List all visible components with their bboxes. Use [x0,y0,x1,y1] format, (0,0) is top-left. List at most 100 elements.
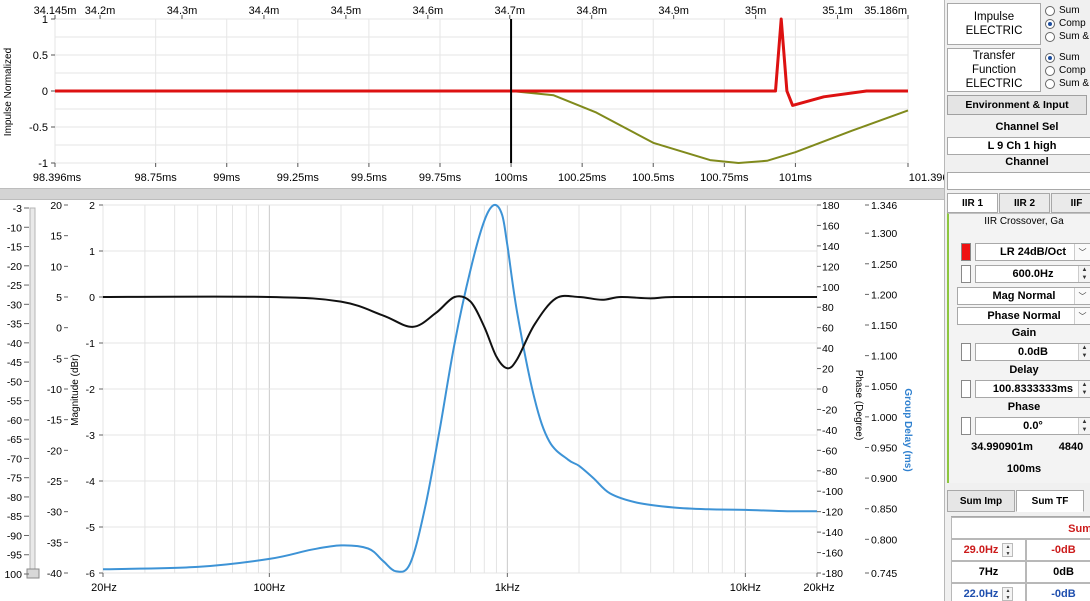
spin-arrows-icon[interactable]: ▲ ▼ [1078,381,1090,397]
freq-tick-label: 1kHz [495,582,520,594]
time-tick-label: 99.5ms [351,172,388,184]
radio-label: Sum & [1059,31,1090,42]
phase-mode-dropdown[interactable]: Phase Normal ﹀ [957,307,1090,325]
frequency-swatch [961,265,971,283]
tab-iir-3[interactable]: IIF [1051,193,1090,213]
slider-tick-label: -35 [7,319,22,331]
spin-arrows-icon[interactable]: ▲ ▼ [1078,266,1090,282]
delay-value: 100.8333333ms [992,383,1074,395]
distance-tick-label: 35.1m [822,5,853,17]
distance-tick-label: 35m [745,5,766,17]
tab-iir-2[interactable]: IIR 2 [999,193,1050,213]
transfer-radio-sum-and[interactable]: Sum & [1045,77,1090,90]
magnitude-tick-label: -10 [47,384,62,396]
tab-sum-imp[interactable]: Sum Imp [947,490,1015,512]
frequency-stepper[interactable]: 600.0Hz ▲ ▼ [975,265,1090,283]
freq-tick-label: 100Hz [253,582,285,594]
sum-gain-cell: -0dB [1026,583,1090,601]
table-row: 22.0Hz ▲ ▼ -0dB [951,583,1090,601]
magnitude-tick-label: -15 [47,415,62,427]
channel-field[interactable] [947,172,1090,190]
filter-color-swatch[interactable] [961,243,971,261]
freq-tick-label: 20Hz [91,582,117,594]
channel-label: Channel [1005,156,1049,168]
gain-value: 0.0dB [1018,346,1048,358]
transfer-radio-comp[interactable]: Comp [1045,64,1090,77]
distance-tick-label: 35.186m [864,5,907,17]
frequency-response-chart[interactable]: -3-10-15-20-25-30-35-40-45-50-55-60-65-7… [0,200,944,601]
y-tick-label: 0.5 [33,50,48,62]
radio-icon [1045,31,1055,42]
iir-panel-title: IIR Crossover, Ga [984,216,1064,227]
phase-stepper[interactable]: 0.0° ▲ ▼ [975,417,1090,435]
group-delay-tick-label: 0.850 [871,504,897,516]
phase-tick-label: -140 [822,527,843,539]
group-delay-tick-label: 0.745 [871,568,897,580]
time-tick-label: 98.75ms [135,172,178,184]
slider-tick-label: -95 [7,550,22,562]
sum-gain-cell: 0dB [1026,561,1090,583]
transfer-radio-group: Sum Comp Sum & [1045,51,1090,90]
gain-stepper[interactable]: 0.0dB ▲ ▼ [975,343,1090,361]
environment-input-button[interactable]: Environment & Input [947,95,1087,115]
magnitude-tick-label: 5 [56,292,62,304]
sum-frequency-cell[interactable]: 22.0Hz ▲ ▼ [951,583,1026,601]
y-tick-label: -1 [38,158,48,170]
phase-tick-label: -100 [822,486,843,498]
y2-tick-label: 2 [89,200,95,212]
transfer-function-mode-box[interactable]: Transfer Function ELECTRIC [947,48,1041,92]
phase-mode-value: Phase Normal [987,310,1061,322]
slider-tick-label: -45 [7,357,22,369]
sum-gain-cell: -0dB [1026,539,1090,561]
distance-tick-label: 34.3m [167,5,198,17]
spin-arrows-icon[interactable]: ▲ ▼ [1078,344,1090,360]
phase-tick-label: -40 [822,425,837,437]
radio-label: Comp [1059,65,1086,76]
group-delay-axis-label: Group Delay (ms) [902,388,913,471]
impulse-radio-comp[interactable]: Comp [1045,17,1090,30]
right-control-panel: Impulse ELECTRIC Sum Comp Sum & Transfer… [944,0,1090,601]
chart-splitter[interactable] [0,188,944,200]
sum-frequency-cell[interactable]: 7Hz [951,561,1026,583]
magnitude-mode-dropdown[interactable]: Mag Normal ﹀ [957,287,1090,305]
spin-arrows-icon[interactable]: ▲ ▼ [1002,587,1014,601]
delay-stepper[interactable]: 100.8333333ms ▲ ▼ [975,380,1090,398]
chevron-down-icon[interactable]: ﹀ [1074,308,1090,324]
impulse-chart[interactable]: 10.50-0.5-1 34.145m 34.2m 34.3m 34.4m 34.5m 3… [0,0,944,188]
group-delay-tick-label: 1.050 [871,381,897,393]
distance-tick-label: 34.6m [413,5,444,17]
freq-tick-label: 20kHz [803,582,834,594]
sum-frequency-cell[interactable]: 29.0Hz ▲ ▼ [951,539,1026,561]
transfer-radio-sum[interactable]: Sum [1045,51,1090,64]
sum-table: Sum 29.0Hz ▲ ▼ -0dB 7Hz 0dB 22.0Hz ▲ ▼ -0dB [951,516,1090,601]
gain-label: Gain [1011,327,1037,339]
tab-iir-1[interactable]: IIR 1 [947,193,998,213]
magnitude-tick-label: -30 [47,507,62,519]
phase-tick-label: -60 [822,445,837,457]
impulse-radio-sum-and[interactable]: Sum & [1045,30,1090,43]
impulse-radio-sum[interactable]: Sum [1045,4,1090,17]
slider-tick-label: -3 [13,203,22,215]
phase-value: 0.0° [1023,420,1043,432]
magnitude-tick-label: 15 [50,231,62,243]
impulse-mode-box[interactable]: Impulse ELECTRIC [947,3,1041,45]
chevron-down-icon[interactable]: ﹀ [1074,244,1090,260]
sum-frequency-value: 29.0Hz [963,544,999,556]
channel-select-field[interactable]: L 9 Ch 1 high [947,137,1090,155]
level-slider-track[interactable] [29,207,36,575]
filter-type-dropdown[interactable]: LR 24dB/Oct ﹀ [975,243,1090,261]
magnitude-tick-label: 10 [50,261,62,273]
phase-tick-label: 140 [822,241,840,253]
chevron-down-icon[interactable]: ﹀ [1074,288,1090,304]
magnitude-tick-label: -25 [47,476,62,488]
distance-tick-label: 34.2m [85,5,116,17]
spin-arrows-icon[interactable]: ▲ ▼ [1002,543,1014,557]
spin-arrows-icon[interactable]: ▲ ▼ [1078,418,1090,434]
phase-tick-label: 60 [822,323,834,335]
y2-tick-label: -3 [86,430,95,442]
group-delay-tick-label: 1.250 [871,259,897,271]
tab-sum-tf[interactable]: Sum TF [1016,490,1084,512]
time-tick-label: 101ms [779,172,813,184]
y2-tick-label: -1 [86,338,95,350]
table-row: 29.0Hz ▲ ▼ -0dB [951,539,1090,561]
